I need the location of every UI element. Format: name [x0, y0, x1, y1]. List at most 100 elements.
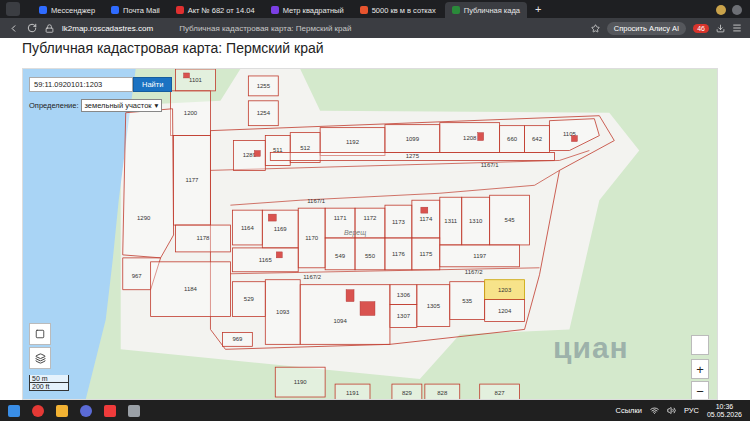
parcel[interactable]: 1165	[232, 248, 298, 272]
parcel-shape[interactable]	[549, 119, 599, 151]
parcel[interactable]: 1204	[485, 300, 525, 322]
parcel-shape[interactable]	[320, 128, 385, 156]
parcel[interactable]: 1200	[171, 91, 211, 136]
parcel-shape[interactable]	[265, 136, 290, 166]
parcel[interactable]: 1290	[123, 109, 174, 258]
back-icon[interactable]	[8, 23, 19, 34]
parcel-shape[interactable]	[462, 197, 490, 245]
parcel[interactable]: 1184	[151, 262, 231, 317]
browser-tab[interactable]: Почта Mail	[104, 2, 167, 18]
parcel-shape[interactable]	[298, 208, 325, 268]
parcel[interactable]: 535	[450, 282, 485, 320]
parcel[interactable]: 1310	[462, 197, 490, 245]
parcel-shape[interactable]	[171, 91, 211, 136]
parcel[interactable]: 1170	[298, 208, 325, 268]
windows-start-icon[interactable]	[8, 405, 20, 417]
url-field[interactable]: lk2map.roscadastres.com	[62, 24, 153, 33]
profile-icon[interactable]	[716, 5, 726, 15]
parcel[interactable]: 1094	[300, 285, 390, 345]
yandex-browser-icon[interactable]	[32, 405, 44, 417]
links-toolbar[interactable]: Ссылки	[616, 406, 642, 415]
parcel[interactable]: 1099	[385, 125, 440, 153]
parcel-shape[interactable]	[222, 332, 252, 346]
search-field[interactable]: 59:11.0920101:1203	[29, 77, 133, 92]
parcel[interactable]: 1192	[320, 128, 385, 156]
reload-icon[interactable]	[27, 23, 37, 33]
parcel-shape[interactable]	[385, 238, 412, 270]
parcel-shape[interactable]	[500, 126, 525, 153]
parcel-shape[interactable]	[485, 300, 525, 322]
parcel[interactable]: 969	[222, 332, 252, 346]
network-icon[interactable]	[650, 406, 659, 415]
parcel[interactable]: 1306	[390, 285, 417, 305]
parcel[interactable]: 550	[355, 238, 385, 270]
layers-button[interactable]	[29, 347, 51, 369]
parcel[interactable]: 529	[232, 282, 265, 317]
parcel-shape[interactable]	[232, 282, 265, 317]
parcel-shape[interactable]	[385, 205, 412, 238]
parcel[interactable]: 1174	[412, 200, 440, 238]
app-icon[interactable]	[128, 405, 140, 417]
parcel-shape[interactable]	[392, 384, 422, 399]
parcel[interactable]: 1254	[248, 101, 278, 126]
parcel-shape[interactable]	[325, 238, 355, 270]
parcel-shape[interactable]	[485, 280, 525, 300]
app-icon[interactable]	[80, 405, 92, 417]
parcel[interactable]: 1169	[262, 210, 298, 248]
parcel-shape[interactable]	[248, 101, 278, 126]
parcel-shape[interactable]	[390, 305, 417, 328]
bookmark-icon[interactable]	[591, 24, 600, 33]
alice-button[interactable]: Спросить Алису AI	[607, 22, 686, 35]
browser-tab[interactable]: Мессенджер	[32, 2, 102, 18]
parcel-shape[interactable]	[176, 69, 216, 91]
new-tab-button[interactable]: +	[529, 2, 547, 18]
parcel-shape[interactable]	[390, 285, 417, 305]
browser-tab[interactable]: 5000 кв м в сотках	[353, 2, 443, 18]
parcel-shape[interactable]	[425, 384, 460, 399]
find-button[interactable]: Найти	[133, 77, 172, 92]
parcel-shape[interactable]	[176, 225, 231, 252]
parcel[interactable]: 642	[525, 126, 550, 153]
parcel-shape[interactable]	[440, 197, 462, 245]
parcel[interactable]: 1173	[385, 205, 412, 238]
parcel[interactable]: 511	[265, 136, 290, 166]
parcel[interactable]: 1101	[176, 69, 216, 91]
parcel-shape[interactable]	[480, 384, 520, 399]
browser-tab[interactable]: Метр квадратный	[264, 2, 351, 18]
zoom-out-button[interactable]: −	[691, 381, 709, 400]
parcel-shape[interactable]	[232, 248, 298, 272]
parcel[interactable]: 1289	[233, 141, 265, 171]
language-indicator[interactable]: РУС	[684, 406, 699, 415]
parcel[interactable]: 1311	[440, 197, 462, 245]
fullscreen-button[interactable]	[29, 323, 51, 345]
parcel[interactable]: 829	[392, 384, 422, 399]
parcel[interactable]: 1275	[270, 152, 554, 160]
parcel-shape[interactable]	[233, 141, 265, 171]
parcel[interactable]: 1208	[440, 123, 500, 153]
parcel-shape[interactable]	[355, 238, 385, 270]
parcel-shape[interactable]	[270, 152, 554, 160]
parcel-shape[interactable]	[412, 238, 440, 270]
parcel[interactable]: 1177	[174, 136, 211, 225]
parcel[interactable]: 545	[490, 195, 530, 245]
parcel[interactable]: 1164	[232, 210, 262, 245]
browser-tab[interactable]: Публичная када	[445, 2, 527, 18]
extension-icon[interactable]	[732, 5, 742, 15]
parcel[interactable]: 1191	[335, 384, 370, 399]
parcel[interactable]: 549	[325, 238, 355, 270]
parcel-shape[interactable]	[490, 195, 530, 245]
parcel-shape[interactable]	[123, 109, 174, 258]
parcel-shape[interactable]	[265, 280, 300, 345]
parcel-shape[interactable]	[412, 200, 440, 238]
parcel[interactable]: 827	[480, 384, 520, 399]
parcel-shape[interactable]	[450, 282, 485, 320]
volume-icon[interactable]	[667, 406, 676, 415]
browser-menu-icon[interactable]	[6, 2, 20, 16]
parcel-shape[interactable]	[440, 245, 520, 267]
parcel[interactable]: 1203	[485, 280, 525, 300]
parcel[interactable]: 1175	[412, 238, 440, 270]
parcel[interactable]: 1197	[440, 245, 520, 267]
parcel-shape[interactable]	[151, 262, 231, 317]
browser-tab[interactable]: Акт № 682 от 14.04	[169, 2, 262, 18]
parcel-shape[interactable]	[248, 76, 278, 96]
